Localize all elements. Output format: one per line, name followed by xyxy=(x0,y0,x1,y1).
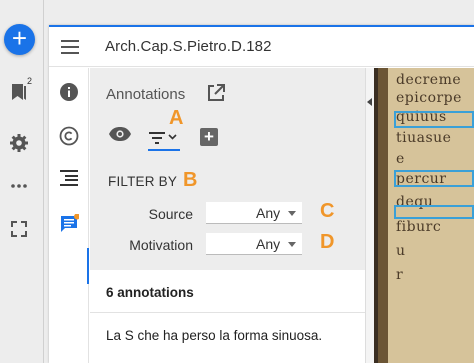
eye-icon[interactable] xyxy=(108,126,132,142)
copyright-icon[interactable] xyxy=(59,126,79,146)
callout-c: C xyxy=(320,200,335,222)
manuscript-line: epicorpe xyxy=(396,90,462,106)
collapse-panel-handle[interactable] xyxy=(365,68,374,363)
motivation-select-value: Any xyxy=(256,236,281,252)
annotation-highlight[interactable] xyxy=(394,170,474,187)
app-root: + 2 Arch.Cap.S.Pietro.D.182 Annotations … xyxy=(0,0,474,363)
annotations-panel-header: Annotations + A FILTER BY B Source Any C… xyxy=(90,68,365,270)
source-select[interactable]: Any xyxy=(206,202,302,224)
viewer-window: Arch.Cap.S.Pietro.D.182 Annotations + A … xyxy=(49,25,474,363)
caret-down-icon xyxy=(288,242,296,247)
fullscreen-icon[interactable] xyxy=(9,219,29,239)
motivation-label: Motivation xyxy=(129,237,193,253)
info-icon[interactable] xyxy=(59,82,79,102)
divider xyxy=(90,312,365,313)
more-icon[interactable] xyxy=(9,176,29,196)
caret-down-icon xyxy=(288,211,296,216)
motivation-select[interactable]: Any xyxy=(206,233,302,255)
callout-d: D xyxy=(320,231,335,253)
image-viewer[interactable]: decreme epicorpe quiuus tiuasue e percur… xyxy=(374,68,474,363)
open-in-new-icon[interactable] xyxy=(206,83,226,103)
manuscript-line: decreme xyxy=(396,72,462,88)
companion-icon-column xyxy=(49,68,89,363)
source-label: Source xyxy=(148,206,193,222)
bookmark-icon[interactable] xyxy=(9,82,29,102)
manuscript-line: fiburc xyxy=(396,219,442,235)
annotation-list-item[interactable]: La S che ha perso la forma sinuosa. xyxy=(106,328,322,343)
add-button[interactable]: + xyxy=(4,24,35,55)
gear-icon[interactable] xyxy=(9,133,29,153)
annotation-highlight[interactable] xyxy=(394,205,474,219)
active-tab-indicator xyxy=(87,248,89,284)
window-title: Arch.Cap.S.Pietro.D.182 xyxy=(105,38,272,55)
annotation-highlight[interactable] xyxy=(394,111,474,128)
index-icon[interactable] xyxy=(59,168,79,188)
source-select-value: Any xyxy=(256,205,281,221)
filter-tab-indicator xyxy=(148,149,180,151)
manuscript-line: e xyxy=(396,151,405,167)
manuscript-line: r xyxy=(396,267,404,283)
annotations-panel: Annotations + A FILTER BY B Source Any C… xyxy=(90,68,365,363)
add-annotation-button[interactable]: + xyxy=(200,128,218,146)
panel-heading: Annotations xyxy=(106,86,186,103)
workspace-count-badge: 2 xyxy=(27,76,33,86)
window-topbar: Arch.Cap.S.Pietro.D.182 xyxy=(49,27,474,67)
annotations-icon[interactable] xyxy=(59,214,79,234)
caret-left-icon xyxy=(367,98,372,106)
annotation-count: 6 annotations xyxy=(106,285,194,300)
filter-by-heading: FILTER BY xyxy=(108,174,178,189)
manuscript-line: u xyxy=(396,243,406,259)
callout-b: B xyxy=(183,169,198,191)
filter-icon[interactable] xyxy=(148,128,178,148)
callout-a: A xyxy=(169,107,184,129)
page-edge xyxy=(378,68,388,363)
left-rail: + 2 xyxy=(0,0,38,363)
menu-icon[interactable] xyxy=(61,40,79,54)
manuscript-line: tiuasue xyxy=(396,130,452,146)
rail-divider xyxy=(38,0,44,363)
manuscript-page: decreme epicorpe quiuus tiuasue e percur… xyxy=(378,68,474,363)
